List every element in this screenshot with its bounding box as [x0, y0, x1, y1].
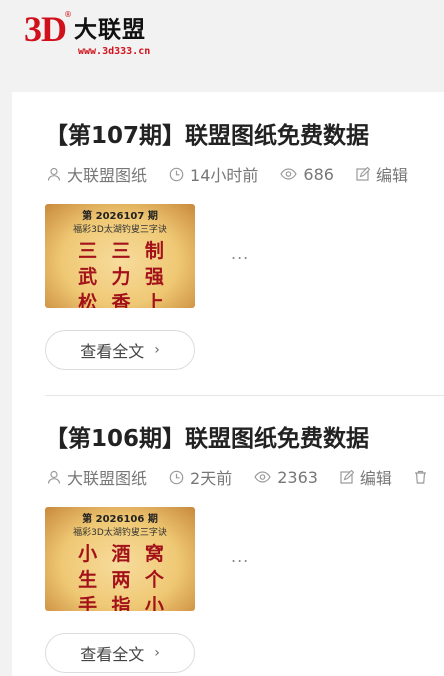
user-icon	[47, 167, 61, 181]
thumb-char: 两	[111, 569, 131, 591]
edit-icon	[340, 470, 354, 484]
thumb-char: 武	[78, 266, 98, 288]
meta-views: 2363	[254, 468, 318, 487]
author-name: 大联盟图纸	[67, 166, 148, 185]
meta-time: 2天前	[169, 465, 232, 489]
read-more-label: 查看全文	[80, 342, 145, 361]
view-count: 686	[303, 164, 334, 184]
thumb-char: 手	[78, 595, 98, 611]
user-icon	[47, 470, 61, 484]
eye-icon	[254, 471, 271, 483]
thumb-subtitle: 福彩3D太湖钓叟三字诀	[73, 528, 167, 538]
clock-icon	[169, 167, 184, 181]
post-list-card: 【第107期】联盟图纸免费数据 大联盟图纸 14小时前 686 编辑 第 202…	[12, 92, 444, 676]
thumb-char: 强	[144, 266, 164, 288]
meta-author[interactable]: 大联盟图纸	[47, 162, 147, 186]
thumb-subtitle: 福彩3D太湖钓叟三字诀	[73, 225, 167, 235]
thumb-char: 制	[144, 240, 164, 262]
edit-link[interactable]: 编辑	[356, 162, 408, 186]
delete-link[interactable]	[414, 470, 433, 484]
post-divider	[45, 395, 444, 396]
thumb-issue: 第 2026106 期	[82, 514, 158, 525]
edit-icon	[356, 167, 370, 181]
thumb-char: 小	[144, 595, 164, 611]
meta-time: 14小时前	[169, 162, 258, 186]
read-more-label: 查看全文	[80, 645, 145, 664]
post-title[interactable]: 【第106期】联盟图纸免费数据	[45, 423, 369, 455]
trash-icon	[414, 470, 426, 484]
thumb-char: 窝	[144, 543, 164, 565]
post-time: 2天前	[190, 469, 233, 488]
post-thumbnail[interactable]: 第 2026107 期 福彩3D太湖钓叟三字诀 三 三 制 武 力 强 松 香 …	[45, 204, 195, 308]
chevron-right-icon: ›	[154, 645, 160, 661]
thumb-char: 三	[78, 240, 98, 262]
thumb-char: 指	[111, 595, 131, 611]
thumb-char: 小	[78, 543, 98, 565]
thumb-char: 个	[144, 569, 164, 591]
thumb-char: 松	[78, 292, 98, 308]
thumb-char: 三	[111, 240, 131, 262]
thumb-char: 上	[144, 292, 164, 308]
logo-url: www.3d333.cn	[78, 46, 151, 57]
eye-icon	[280, 168, 298, 180]
thumb-char: 生	[78, 569, 98, 591]
edit-link[interactable]: 编辑	[340, 465, 392, 489]
thumb-char-grid: 小 酒 窝 生 两 个 手 指 小	[71, 543, 171, 611]
read-more-button[interactable]: 查看全文 ›	[45, 330, 195, 370]
read-more-button[interactable]: 查看全文 ›	[45, 633, 195, 673]
chevron-right-icon: ›	[154, 342, 160, 358]
post-time: 14小时前	[190, 166, 259, 185]
thumb-char: 酒	[111, 543, 131, 565]
post-title[interactable]: 【第107期】联盟图纸免费数据	[45, 120, 369, 152]
post-thumbnail[interactable]: 第 2026106 期 福彩3D太湖钓叟三字诀 小 酒 窝 生 两 个 手 指 …	[45, 507, 195, 611]
thumb-char: 香	[111, 292, 131, 308]
logo-name: 大联盟	[74, 17, 146, 43]
thumb-issue: 第 2026107 期	[82, 211, 158, 222]
site-header: 3D ® 大联盟 www.3d333.cn	[0, 0, 444, 70]
clock-icon	[169, 470, 184, 484]
post-meta: 大联盟图纸 14小时前 686 编辑	[47, 162, 430, 186]
meta-author[interactable]: 大联盟图纸	[47, 465, 147, 489]
post-meta: 大联盟图纸 2天前 2363 编辑	[47, 465, 444, 489]
post-excerpt: ...	[231, 547, 250, 566]
view-count: 2363	[277, 467, 318, 487]
logo-registered: ®	[64, 10, 72, 19]
site-logo[interactable]: 3D ® 大联盟 www.3d333.cn	[24, 8, 174, 60]
author-name: 大联盟图纸	[67, 469, 148, 488]
logo-mark: 3D	[24, 9, 67, 49]
edit-label: 编辑	[375, 166, 408, 185]
meta-views: 686	[280, 165, 334, 184]
edit-label: 编辑	[359, 469, 392, 488]
post-excerpt: ...	[231, 244, 250, 263]
thumb-char-grid: 三 三 制 武 力 强 松 香 上	[71, 240, 171, 308]
thumb-char: 力	[111, 266, 131, 288]
